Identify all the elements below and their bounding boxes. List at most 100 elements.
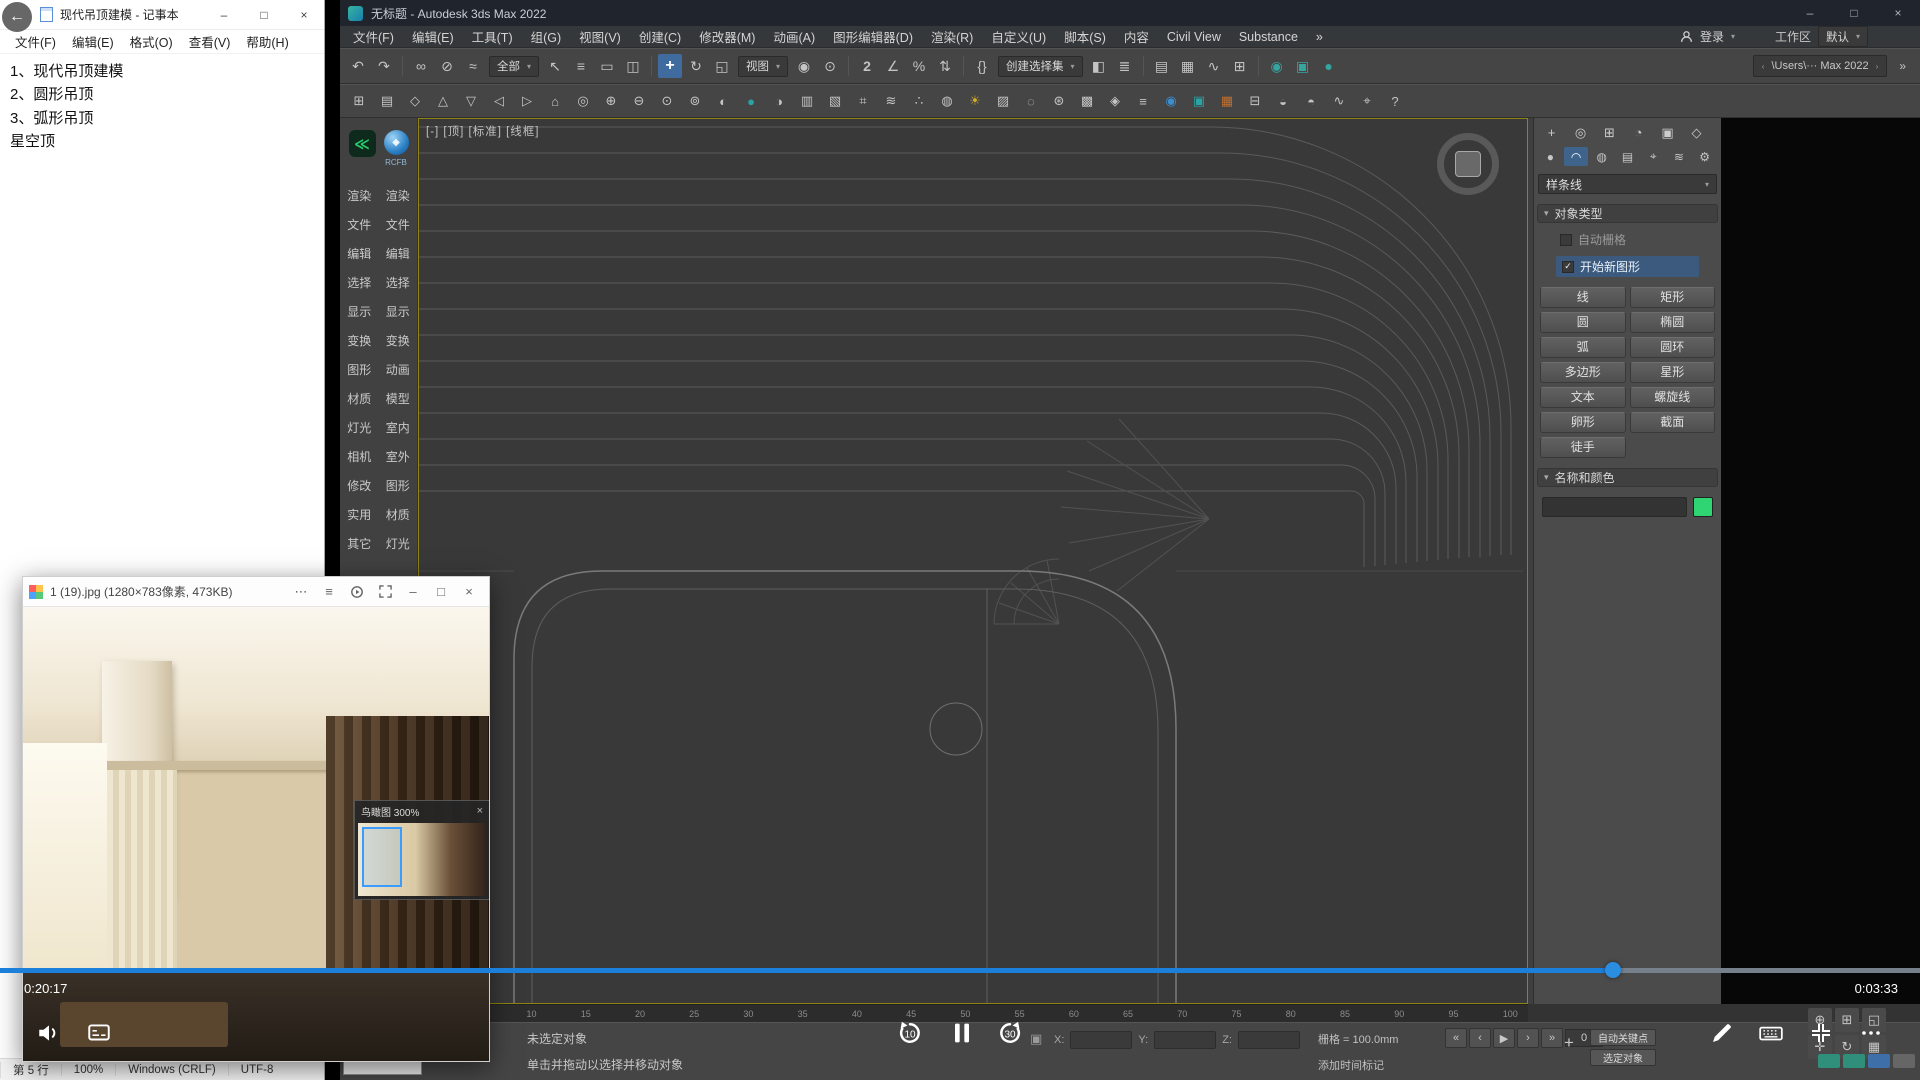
modeling-tool-icon[interactable]: ◍ [934,90,960,112]
max-menu-item[interactable]: 内容 [1115,27,1158,46]
login-button[interactable]: 登录 [1700,28,1724,45]
plugin-menu-item[interactable]: 文件 [340,216,379,233]
modeling-tool-icon[interactable]: ◁ [486,90,512,112]
spacewarps-category-icon[interactable]: ≋ [1667,147,1692,166]
modeling-tool-icon[interactable]: △ [430,90,456,112]
shape-button[interactable]: 线 [1540,287,1626,308]
shape-button[interactable]: 文本 [1540,387,1626,408]
modeling-tool-icon[interactable]: ⌗ [850,90,876,112]
notepad-close-button[interactable]: × [284,0,324,30]
rectangular-selection-icon[interactable]: ▭ [595,54,619,78]
shape-button[interactable]: 弧 [1540,337,1626,358]
help-icon[interactable]: ? [1382,90,1408,112]
modeling-tool-icon[interactable]: ◎ [570,90,596,112]
modeling-tool-icon[interactable]: ⊖ [626,90,652,112]
max-menu-item[interactable]: 渲染(R) [922,27,982,46]
modeling-tool-icon[interactable]: ⊛ [1046,90,1072,112]
window-crossing-icon[interactable]: ◫ [621,54,645,78]
bind-to-spacewarp-icon[interactable]: ≈ [461,54,485,78]
separator[interactable] [1143,56,1144,76]
schematic-view-icon[interactable]: ⊞ [1228,54,1252,78]
plugin-quick-button[interactable] [1868,1054,1890,1068]
notepad-menu-item[interactable]: 编辑(E) [65,30,121,53]
utilities-tab-icon[interactable]: ◇ [1683,122,1710,143]
select-by-name-icon[interactable]: ≡ [569,54,593,78]
modeling-tool-icon[interactable]: ▧ [822,90,848,112]
select-object-icon[interactable]: ↖ [543,54,567,78]
orange-tool-icon[interactable]: ▦ [1214,90,1240,112]
max-menu-item[interactable]: 文件(F) [344,27,403,46]
edit-named-selection-icon[interactable]: {} [970,54,994,78]
modeling-tool-icon[interactable]: ▷ [514,90,540,112]
max-menu-item[interactable]: 创建(C) [630,27,690,46]
shape-button[interactable]: 螺旋线 [1630,387,1716,408]
toolbar-overflow-button[interactable]: » [1891,59,1914,73]
more-icon[interactable]: ⋯ [287,577,315,607]
plugin-menu-item[interactable]: 室内 [379,419,418,436]
use-pivot-icon[interactable]: ◉ [792,54,816,78]
notepad-menu-item[interactable]: 查看(V) [182,30,238,53]
render-setup-icon[interactable]: ◉ [1265,54,1289,78]
plugin-menu-item[interactable]: 选择 [340,274,379,291]
keyboard-button[interactable] [1754,1016,1788,1050]
checkbox-checked-icon[interactable]: ✓ [1562,261,1574,273]
helpers-category-icon[interactable]: ⌖ [1641,147,1666,166]
max-menu-item[interactable]: 图形编辑器(D) [824,27,922,46]
render-sphere-icon[interactable]: ● [738,90,764,112]
plugin-menu-item[interactable]: 图形 [340,361,379,378]
plugin-logo-blue-icon[interactable]: ◆ [384,130,409,155]
menu-overflow-button[interactable]: » [1307,30,1332,44]
max-maximize-button[interactable]: □ [1832,0,1876,26]
shape-button[interactable]: 椭圆 [1630,312,1716,333]
object-color-swatch[interactable] [1693,497,1713,517]
max-menu-item[interactable]: 动画(A) [764,27,824,46]
max-menu-item[interactable]: 自定义(U) [982,27,1055,46]
plugin-menu-item[interactable]: 材质 [379,506,418,523]
plugin-menu-item[interactable]: 图形 [379,477,418,494]
plugin-logo-green-icon[interactable]: ≪ [349,130,376,157]
modeling-tool-icon[interactable]: ⊞ [346,90,372,112]
plugin-menu-item[interactable]: 修改 [340,477,379,494]
birdseye-thumbnail[interactable] [358,823,486,896]
plugin-menu-item[interactable]: 渲染 [379,187,418,204]
slideshow-icon[interactable] [343,577,371,607]
birdseye-view-rect[interactable] [362,827,402,887]
auto-key-button[interactable]: 自动关键点 [1590,1029,1656,1046]
modeling-tool-icon[interactable]: ▽ [458,90,484,112]
plugin-menu-item[interactable]: 显示 [379,303,418,320]
percent-snap-icon[interactable]: % [907,54,931,78]
workspace-dropdown[interactable]: 默认▾ [1818,26,1868,47]
separator[interactable] [848,56,849,76]
modeling-tool-icon[interactable]: ▨ [990,90,1016,112]
plugin-menu-item[interactable]: 实用 [340,506,379,523]
layer-manager-icon[interactable]: ▤ [1150,54,1174,78]
modeling-tool-icon[interactable]: ⌖ [1354,90,1380,112]
use-center-icon[interactable]: ⊙ [818,54,842,78]
pause-button[interactable] [945,1016,979,1050]
viewport-navigation-gizmo[interactable] [1437,133,1499,195]
modeling-tool-icon[interactable]: ∿ [1326,90,1352,112]
display-tab-icon[interactable]: ▣ [1654,122,1681,143]
close-icon[interactable]: × [477,805,483,817]
spinner-snap-icon[interactable]: ⇅ [933,54,957,78]
plugin-menu-item[interactable]: 文件 [379,216,418,233]
max-menu-item[interactable]: 组(G) [522,27,571,46]
lights-category-icon[interactable]: ◍ [1589,147,1614,166]
selection-filter-dropdown[interactable]: 全部▾ [489,56,539,77]
notepad-menu-item[interactable]: 文件(F) [8,30,63,53]
modeling-tool-icon[interactable]: ⊕ [598,90,624,112]
shape-button[interactable]: 徒手 [1540,437,1626,458]
plugin-menu-item[interactable]: 室外 [379,448,418,465]
plugin-menu-item[interactable]: 编辑 [340,245,379,262]
modeling-tool-icon[interactable]: ≋ [878,90,904,112]
modeling-tool-icon[interactable]: ∴ [906,90,932,112]
rewind-10-button[interactable]: 10 [893,1016,927,1050]
go-to-end-button[interactable]: » [1541,1028,1563,1048]
shape-button[interactable]: 圆环 [1630,337,1716,358]
ribbon-toggle-icon[interactable]: ▦ [1176,54,1200,78]
select-and-move-icon[interactable]: + [658,54,682,78]
separator[interactable] [1258,56,1259,76]
max-menu-item[interactable]: Civil View [1158,30,1230,44]
checkbox-icon[interactable] [1560,234,1572,246]
object-type-rollout-header[interactable]: ▾ 对象类型 [1537,204,1718,223]
